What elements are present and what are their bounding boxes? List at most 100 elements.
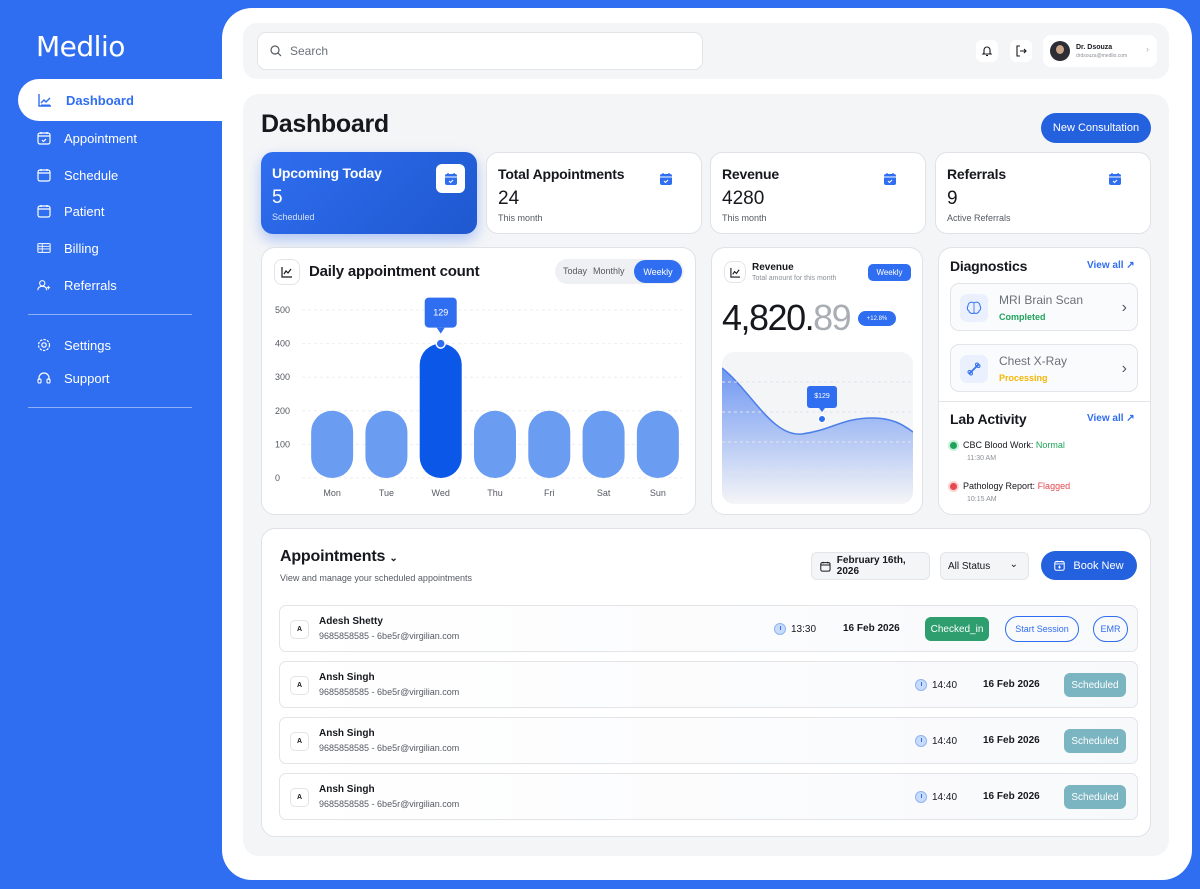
sidebar-item-settings[interactable]: Settings — [0, 327, 222, 363]
tab-monthly[interactable]: Monthly — [593, 266, 625, 276]
revenue-amount-main: 4,820. — [722, 297, 815, 338]
time-label: 14:40 — [932, 791, 958, 803]
calendar-icon — [37, 204, 51, 218]
bar-mon[interactable] — [311, 410, 354, 478]
revenue-period-weekly[interactable]: Weekly — [868, 264, 911, 281]
calendar-icon — [884, 173, 896, 185]
patient-contact: 9685858585 - 6be5r@virgilian.com — [319, 743, 460, 753]
view-all-label: View all — [1087, 413, 1124, 424]
status-dot — [950, 483, 957, 491]
status-badge: Scheduled — [1064, 673, 1126, 697]
status-filter-select[interactable]: All Status ⌄ — [940, 552, 1029, 580]
diagnostic-item-mri[interactable]: MRI Brain Scan Completed › — [950, 283, 1138, 331]
lab-item-cbc[interactable]: CBC Blood Work: Normal 11:30 AM — [950, 440, 1065, 462]
bar-tooltip-pointer — [436, 327, 445, 334]
y-tick-label: 500 — [275, 305, 290, 315]
x-tick-label: Mon — [323, 488, 341, 498]
stat-card-upcoming[interactable]: Upcoming Today 5 Scheduled — [261, 152, 477, 234]
chevron-down-icon: ⌄ — [1009, 559, 1018, 570]
arrow-up-right-icon: ↗ — [1126, 413, 1135, 424]
sidebar-item-dashboard[interactable]: Dashboard — [18, 79, 222, 121]
lab-time: 11:30 AM — [967, 455, 997, 462]
date-picker[interactable]: February 16th, 2026 — [811, 552, 930, 580]
emr-button[interactable]: EMR — [1093, 616, 1128, 642]
sidebar-item-patient[interactable]: Patient — [0, 193, 222, 229]
notification-bell-icon[interactable] — [976, 40, 998, 62]
y-tick-label: 100 — [275, 439, 290, 449]
sidebar-item-appointment[interactable]: Appointment — [0, 120, 222, 156]
stat-card-revenue[interactable]: Revenue 4280 This month — [710, 152, 926, 234]
search-icon — [270, 45, 282, 57]
stat-card-total-appointments[interactable]: Total Appointments 24 This month — [486, 152, 702, 234]
stat-value: 4280 — [722, 188, 765, 209]
time-label: 14:40 — [932, 735, 958, 747]
patient-avatar: A — [290, 732, 309, 751]
sidebar-item-label: Schedule — [64, 167, 119, 183]
view-all-label: View all — [1087, 260, 1124, 271]
diagnostic-name: Chest X-Ray — [999, 354, 1068, 368]
bar-fri[interactable] — [528, 410, 571, 478]
tab-weekly[interactable]: Weekly — [634, 260, 682, 283]
avatar — [1050, 41, 1070, 61]
bar-thu[interactable] — [474, 410, 516, 478]
lab-view-all-link[interactable]: View all ↗ — [1087, 413, 1135, 424]
book-new-button[interactable]: Book New — [1041, 551, 1137, 580]
lab-item-pathology[interactable]: Pathology Report: Flagged 10:15 AM — [950, 481, 1070, 503]
time-label: 14:40 — [932, 679, 958, 691]
tab-today[interactable]: Today — [563, 266, 587, 276]
appointment-row[interactable]: A Ansh Singh 9685858585 - 6be5r@virgilia… — [279, 773, 1138, 820]
sidebar-item-label: Settings — [64, 337, 111, 353]
sidebar-divider — [28, 314, 192, 315]
dashboard-content: Dashboard New Consultation Upcoming Toda… — [243, 94, 1169, 856]
clock-icon — [774, 623, 786, 635]
headset-icon — [37, 371, 51, 385]
brain-icon — [960, 294, 988, 322]
x-tick-label: Thu — [487, 488, 503, 498]
appointment-date: 16 Feb 2026 — [843, 623, 900, 634]
revenue-title: Revenue — [752, 262, 794, 273]
appointment-row[interactable]: A Adesh Shetty 9685858585 - 6be5r@virgil… — [279, 605, 1138, 652]
appointment-time: 14:40 — [915, 735, 957, 747]
sidebar-item-billing[interactable]: Billing — [0, 230, 222, 266]
appointment-row[interactable]: A Ansh Singh 9685858585 - 6be5r@virgilia… — [279, 717, 1138, 764]
user-plus-icon — [37, 278, 51, 292]
diagnostics-view-all-link[interactable]: View all ↗ — [1087, 260, 1135, 271]
appointment-row[interactable]: A Ansh Singh 9685858585 - 6be5r@virgilia… — [279, 661, 1138, 708]
stat-title: Referrals — [947, 166, 1006, 182]
logout-icon[interactable] — [1010, 40, 1032, 62]
top-bar: Search Dr. Dsouza drdsouza@medlio.com › — [243, 23, 1169, 79]
bar-sat[interactable] — [582, 410, 625, 478]
start-session-button[interactable]: Start Session — [1005, 616, 1079, 642]
new-consultation-button[interactable]: New Consultation — [1041, 113, 1151, 143]
stat-sub: Active Referrals — [947, 213, 1011, 223]
diagnostic-name: MRI Brain Scan — [999, 293, 1084, 307]
diagnostic-status: Completed — [999, 312, 1046, 322]
status-badge: Scheduled — [1064, 785, 1126, 809]
x-tick-label: Sat — [597, 488, 611, 498]
sidebar-item-support[interactable]: Support — [0, 360, 222, 396]
bar-tooltip-label: 129 — [433, 308, 448, 318]
lab-time: 10:15 AM — [967, 496, 997, 503]
arrow-up-right-icon: ↗ — [1126, 260, 1135, 271]
bar-wed[interactable] — [419, 343, 462, 478]
revenue-subtitle: Total amount for this month — [752, 275, 837, 282]
revenue-amount: 4,820.89 — [722, 297, 852, 339]
diagnostic-item-xray[interactable]: Chest X-Ray Processing › — [950, 344, 1138, 392]
appointments-title[interactable]: Appointments ⌄ — [280, 548, 398, 566]
bar-sun[interactable] — [636, 410, 679, 478]
chevron-down-icon: ⌄ — [389, 553, 398, 564]
appointment-time: 14:40 — [915, 679, 957, 691]
patient-avatar: A — [290, 788, 309, 807]
diagnostics-title: Diagnostics — [950, 258, 1028, 274]
stat-card-referrals[interactable]: Referrals 9 Active Referrals — [935, 152, 1151, 234]
y-tick-label: 400 — [275, 339, 290, 349]
appointment-date: 16 Feb 2026 — [983, 791, 1040, 802]
sidebar-item-referrals[interactable]: Referrals — [0, 267, 222, 303]
user-profile[interactable]: Dr. Dsouza drdsouza@medlio.com › — [1043, 35, 1157, 67]
sidebar-item-schedule[interactable]: Schedule — [0, 157, 222, 193]
bar-tue[interactable] — [365, 410, 408, 478]
x-tick-label: Fri — [544, 488, 555, 498]
search-input[interactable]: Search — [257, 32, 703, 70]
chevron-right-icon: › — [1121, 360, 1127, 377]
revenue-card: Revenue Total amount for this month Week… — [711, 247, 923, 515]
